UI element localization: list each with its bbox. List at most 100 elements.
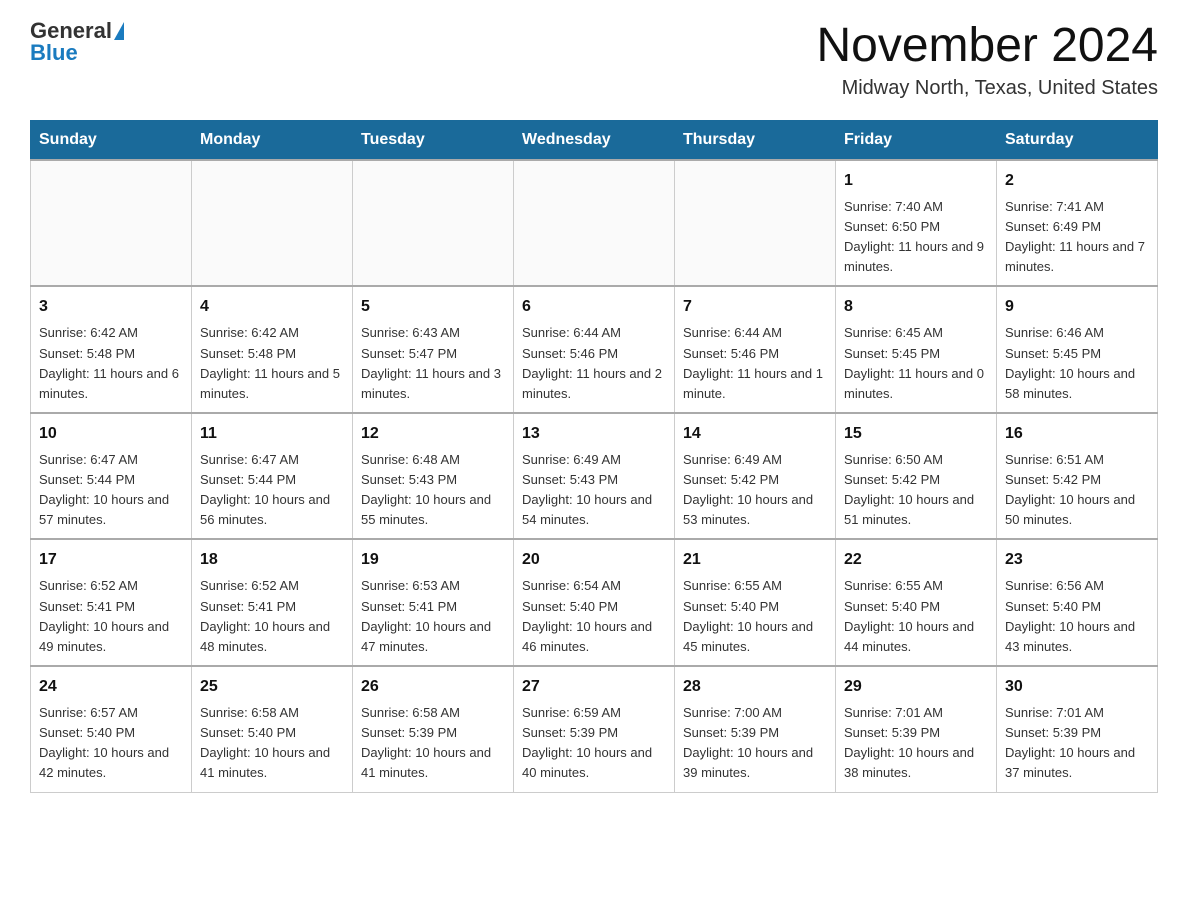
weekday-header-row: SundayMondayTuesdayWednesdayThursdayFrid…: [31, 120, 1158, 160]
day-info: Sunrise: 6:47 AM Sunset: 5:44 PM Dayligh…: [200, 452, 330, 527]
calendar-cell-week3-day2: 11 Sunrise: 6:47 AM Sunset: 5:44 PM Dayli…: [192, 413, 353, 540]
day-number: 23: [1005, 548, 1149, 572]
day-info: Sunrise: 7:41 AM Sunset: 6:49 PM Dayligh…: [1005, 199, 1145, 274]
day-number: 29: [844, 675, 988, 699]
day-info: Sunrise: 6:58 AM Sunset: 5:39 PM Dayligh…: [361, 705, 491, 780]
day-info: Sunrise: 6:59 AM Sunset: 5:39 PM Dayligh…: [522, 705, 652, 780]
day-info: Sunrise: 6:58 AM Sunset: 5:40 PM Dayligh…: [200, 705, 330, 780]
calendar-cell-week1-day6: 1 Sunrise: 7:40 AM Sunset: 6:50 PM Daylig…: [836, 160, 997, 287]
calendar-cell-week5-day5: 28Sunrise: 7:00 AM Sunset: 5:39 PM Dayli…: [675, 666, 836, 792]
day-number: 11: [200, 422, 344, 446]
day-number: 30: [1005, 675, 1149, 699]
day-info: Sunrise: 6:52 AM Sunset: 5:41 PM Dayligh…: [200, 578, 330, 653]
calendar-cell-week1-day5: [675, 160, 836, 287]
day-info: Sunrise: 6:47 AM Sunset: 5:44 PM Dayligh…: [39, 452, 169, 527]
day-info: Sunrise: 6:44 AM Sunset: 5:46 PM Dayligh…: [683, 325, 823, 400]
day-info: Sunrise: 6:46 AM Sunset: 5:45 PM Dayligh…: [1005, 325, 1135, 400]
calendar-cell-week4-day4: 20 Sunrise: 6:54 AM Sunset: 5:40 PM Dayli…: [514, 539, 675, 666]
day-number: 15: [844, 422, 988, 446]
calendar-subtitle: Midway North, Texas, United States: [816, 77, 1158, 100]
calendar-cell-week1-day3: [353, 160, 514, 287]
logo-triangle-icon: [114, 22, 124, 40]
day-info: Sunrise: 6:55 AM Sunset: 5:40 PM Dayligh…: [683, 578, 813, 653]
calendar-cell-week2-day1: 3 Sunrise: 6:42 AM Sunset: 5:48 PM Daylig…: [31, 286, 192, 413]
day-info: Sunrise: 7:01 AM Sunset: 5:39 PM Dayligh…: [844, 705, 974, 780]
day-number: 14: [683, 422, 827, 446]
weekday-header-saturday: Saturday: [997, 120, 1158, 160]
day-number: 4: [200, 295, 344, 319]
calendar-cell-week3-day4: 13 Sunrise: 6:49 AM Sunset: 5:43 PM Dayli…: [514, 413, 675, 540]
calendar-week-row-2: 3 Sunrise: 6:42 AM Sunset: 5:48 PM Daylig…: [31, 286, 1158, 413]
day-number: 22: [844, 548, 988, 572]
calendar-cell-week5-day1: 24 Sunrise: 6:57 AM Sunset: 5:40 PM Dayli…: [31, 666, 192, 792]
calendar-cell-week4-day3: 19 Sunrise: 6:53 AM Sunset: 5:41 PM Dayli…: [353, 539, 514, 666]
day-info: Sunrise: 6:50 AM Sunset: 5:42 PM Dayligh…: [844, 452, 974, 527]
day-number: 10: [39, 422, 183, 446]
calendar-cell-week5-day2: 25 Sunrise: 6:58 AM Sunset: 5:40 PM Dayli…: [192, 666, 353, 792]
day-number: 19: [361, 548, 505, 572]
calendar-cell-week1-day1: [31, 160, 192, 287]
weekday-header-thursday: Thursday: [675, 120, 836, 160]
day-number: 21: [683, 548, 827, 572]
calendar-cell-week3-day1: 10 Sunrise: 6:47 AM Sunset: 5:44 PM Dayli…: [31, 413, 192, 540]
calendar-table: SundayMondayTuesdayWednesdayThursdayFrid…: [30, 120, 1158, 793]
calendar-cell-week2-day2: 4Sunrise: 6:42 AM Sunset: 5:48 PM Daylig…: [192, 286, 353, 413]
day-info: Sunrise: 6:51 AM Sunset: 5:42 PM Dayligh…: [1005, 452, 1135, 527]
weekday-header-friday: Friday: [836, 120, 997, 160]
day-number: 6: [522, 295, 666, 319]
weekday-header-tuesday: Tuesday: [353, 120, 514, 160]
day-info: Sunrise: 6:42 AM Sunset: 5:48 PM Dayligh…: [39, 325, 179, 400]
calendar-cell-week5-day6: 29 Sunrise: 7:01 AM Sunset: 5:39 PM Dayli…: [836, 666, 997, 792]
calendar-cell-week4-day6: 22 Sunrise: 6:55 AM Sunset: 5:40 PM Dayli…: [836, 539, 997, 666]
day-number: 26: [361, 675, 505, 699]
day-number: 18: [200, 548, 344, 572]
day-number: 2: [1005, 169, 1149, 193]
calendar-cell-week1-day7: 2 Sunrise: 7:41 AM Sunset: 6:49 PM Daylig…: [997, 160, 1158, 287]
weekday-header-sunday: Sunday: [31, 120, 192, 160]
day-number: 7: [683, 295, 827, 319]
day-number: 3: [39, 295, 183, 319]
calendar-cell-week3-day7: 16 Sunrise: 6:51 AM Sunset: 5:42 PM Dayli…: [997, 413, 1158, 540]
day-number: 24: [39, 675, 183, 699]
calendar-cell-week5-day3: 26 Sunrise: 6:58 AM Sunset: 5:39 PM Dayli…: [353, 666, 514, 792]
day-info: Sunrise: 6:57 AM Sunset: 5:40 PM Dayligh…: [39, 705, 169, 780]
weekday-header-monday: Monday: [192, 120, 353, 160]
title-area: November 2024 Midway North, Texas, Unite…: [816, 20, 1158, 100]
calendar-cell-week4-day5: 21 Sunrise: 6:55 AM Sunset: 5:40 PM Dayli…: [675, 539, 836, 666]
calendar-week-row-4: 17 Sunrise: 6:52 AM Sunset: 5:41 PM Dayli…: [31, 539, 1158, 666]
day-info: Sunrise: 6:45 AM Sunset: 5:45 PM Dayligh…: [844, 325, 984, 400]
calendar-cell-week1-day2: [192, 160, 353, 287]
day-number: 12: [361, 422, 505, 446]
calendar-cell-week3-day6: 15 Sunrise: 6:50 AM Sunset: 5:42 PM Dayli…: [836, 413, 997, 540]
day-number: 16: [1005, 422, 1149, 446]
calendar-cell-week1-day4: [514, 160, 675, 287]
calendar-cell-week2-day3: 5 Sunrise: 6:43 AM Sunset: 5:47 PM Daylig…: [353, 286, 514, 413]
day-number: 25: [200, 675, 344, 699]
day-info: Sunrise: 7:40 AM Sunset: 6:50 PM Dayligh…: [844, 199, 984, 274]
day-number: 5: [361, 295, 505, 319]
day-number: 1: [844, 169, 988, 193]
calendar-cell-week5-day4: 27 Sunrise: 6:59 AM Sunset: 5:39 PM Dayli…: [514, 666, 675, 792]
calendar-week-row-1: 1 Sunrise: 7:40 AM Sunset: 6:50 PM Daylig…: [31, 160, 1158, 287]
day-info: Sunrise: 6:53 AM Sunset: 5:41 PM Dayligh…: [361, 578, 491, 653]
weekday-header-wednesday: Wednesday: [514, 120, 675, 160]
day-number: 13: [522, 422, 666, 446]
day-number: 20: [522, 548, 666, 572]
day-info: Sunrise: 6:43 AM Sunset: 5:47 PM Dayligh…: [361, 325, 501, 400]
day-info: Sunrise: 6:49 AM Sunset: 5:42 PM Dayligh…: [683, 452, 813, 527]
day-number: 9: [1005, 295, 1149, 319]
day-info: Sunrise: 6:54 AM Sunset: 5:40 PM Dayligh…: [522, 578, 652, 653]
calendar-cell-week2-day6: 8Sunrise: 6:45 AM Sunset: 5:45 PM Daylig…: [836, 286, 997, 413]
day-info: Sunrise: 6:49 AM Sunset: 5:43 PM Dayligh…: [522, 452, 652, 527]
calendar-cell-week4-day7: 23 Sunrise: 6:56 AM Sunset: 5:40 PM Dayli…: [997, 539, 1158, 666]
day-info: Sunrise: 6:44 AM Sunset: 5:46 PM Dayligh…: [522, 325, 662, 400]
day-info: Sunrise: 6:56 AM Sunset: 5:40 PM Dayligh…: [1005, 578, 1135, 653]
day-number: 27: [522, 675, 666, 699]
logo-blue-text: Blue: [30, 42, 78, 64]
day-info: Sunrise: 6:55 AM Sunset: 5:40 PM Dayligh…: [844, 578, 974, 653]
day-number: 17: [39, 548, 183, 572]
calendar-cell-week2-day5: 7 Sunrise: 6:44 AM Sunset: 5:46 PM Daylig…: [675, 286, 836, 413]
calendar-cell-week2-day4: 6 Sunrise: 6:44 AM Sunset: 5:46 PM Daylig…: [514, 286, 675, 413]
calendar-cell-week3-day3: 12Sunrise: 6:48 AM Sunset: 5:43 PM Dayli…: [353, 413, 514, 540]
calendar-cell-week5-day7: 30Sunrise: 7:01 AM Sunset: 5:39 PM Dayli…: [997, 666, 1158, 792]
